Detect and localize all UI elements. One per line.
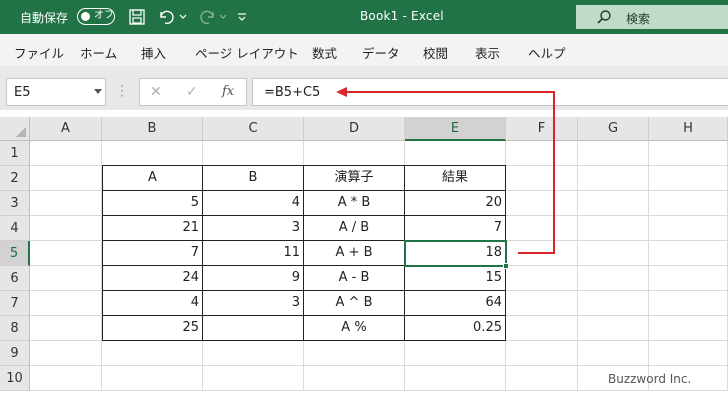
excel-window: 自動保存 オフ Book1 - Excel 検索 ファイル ホーム 挿入 ページ…: [0, 0, 728, 400]
annotation-arrow: [336, 87, 555, 254]
watermark: Buzzword Inc.: [608, 372, 692, 386]
